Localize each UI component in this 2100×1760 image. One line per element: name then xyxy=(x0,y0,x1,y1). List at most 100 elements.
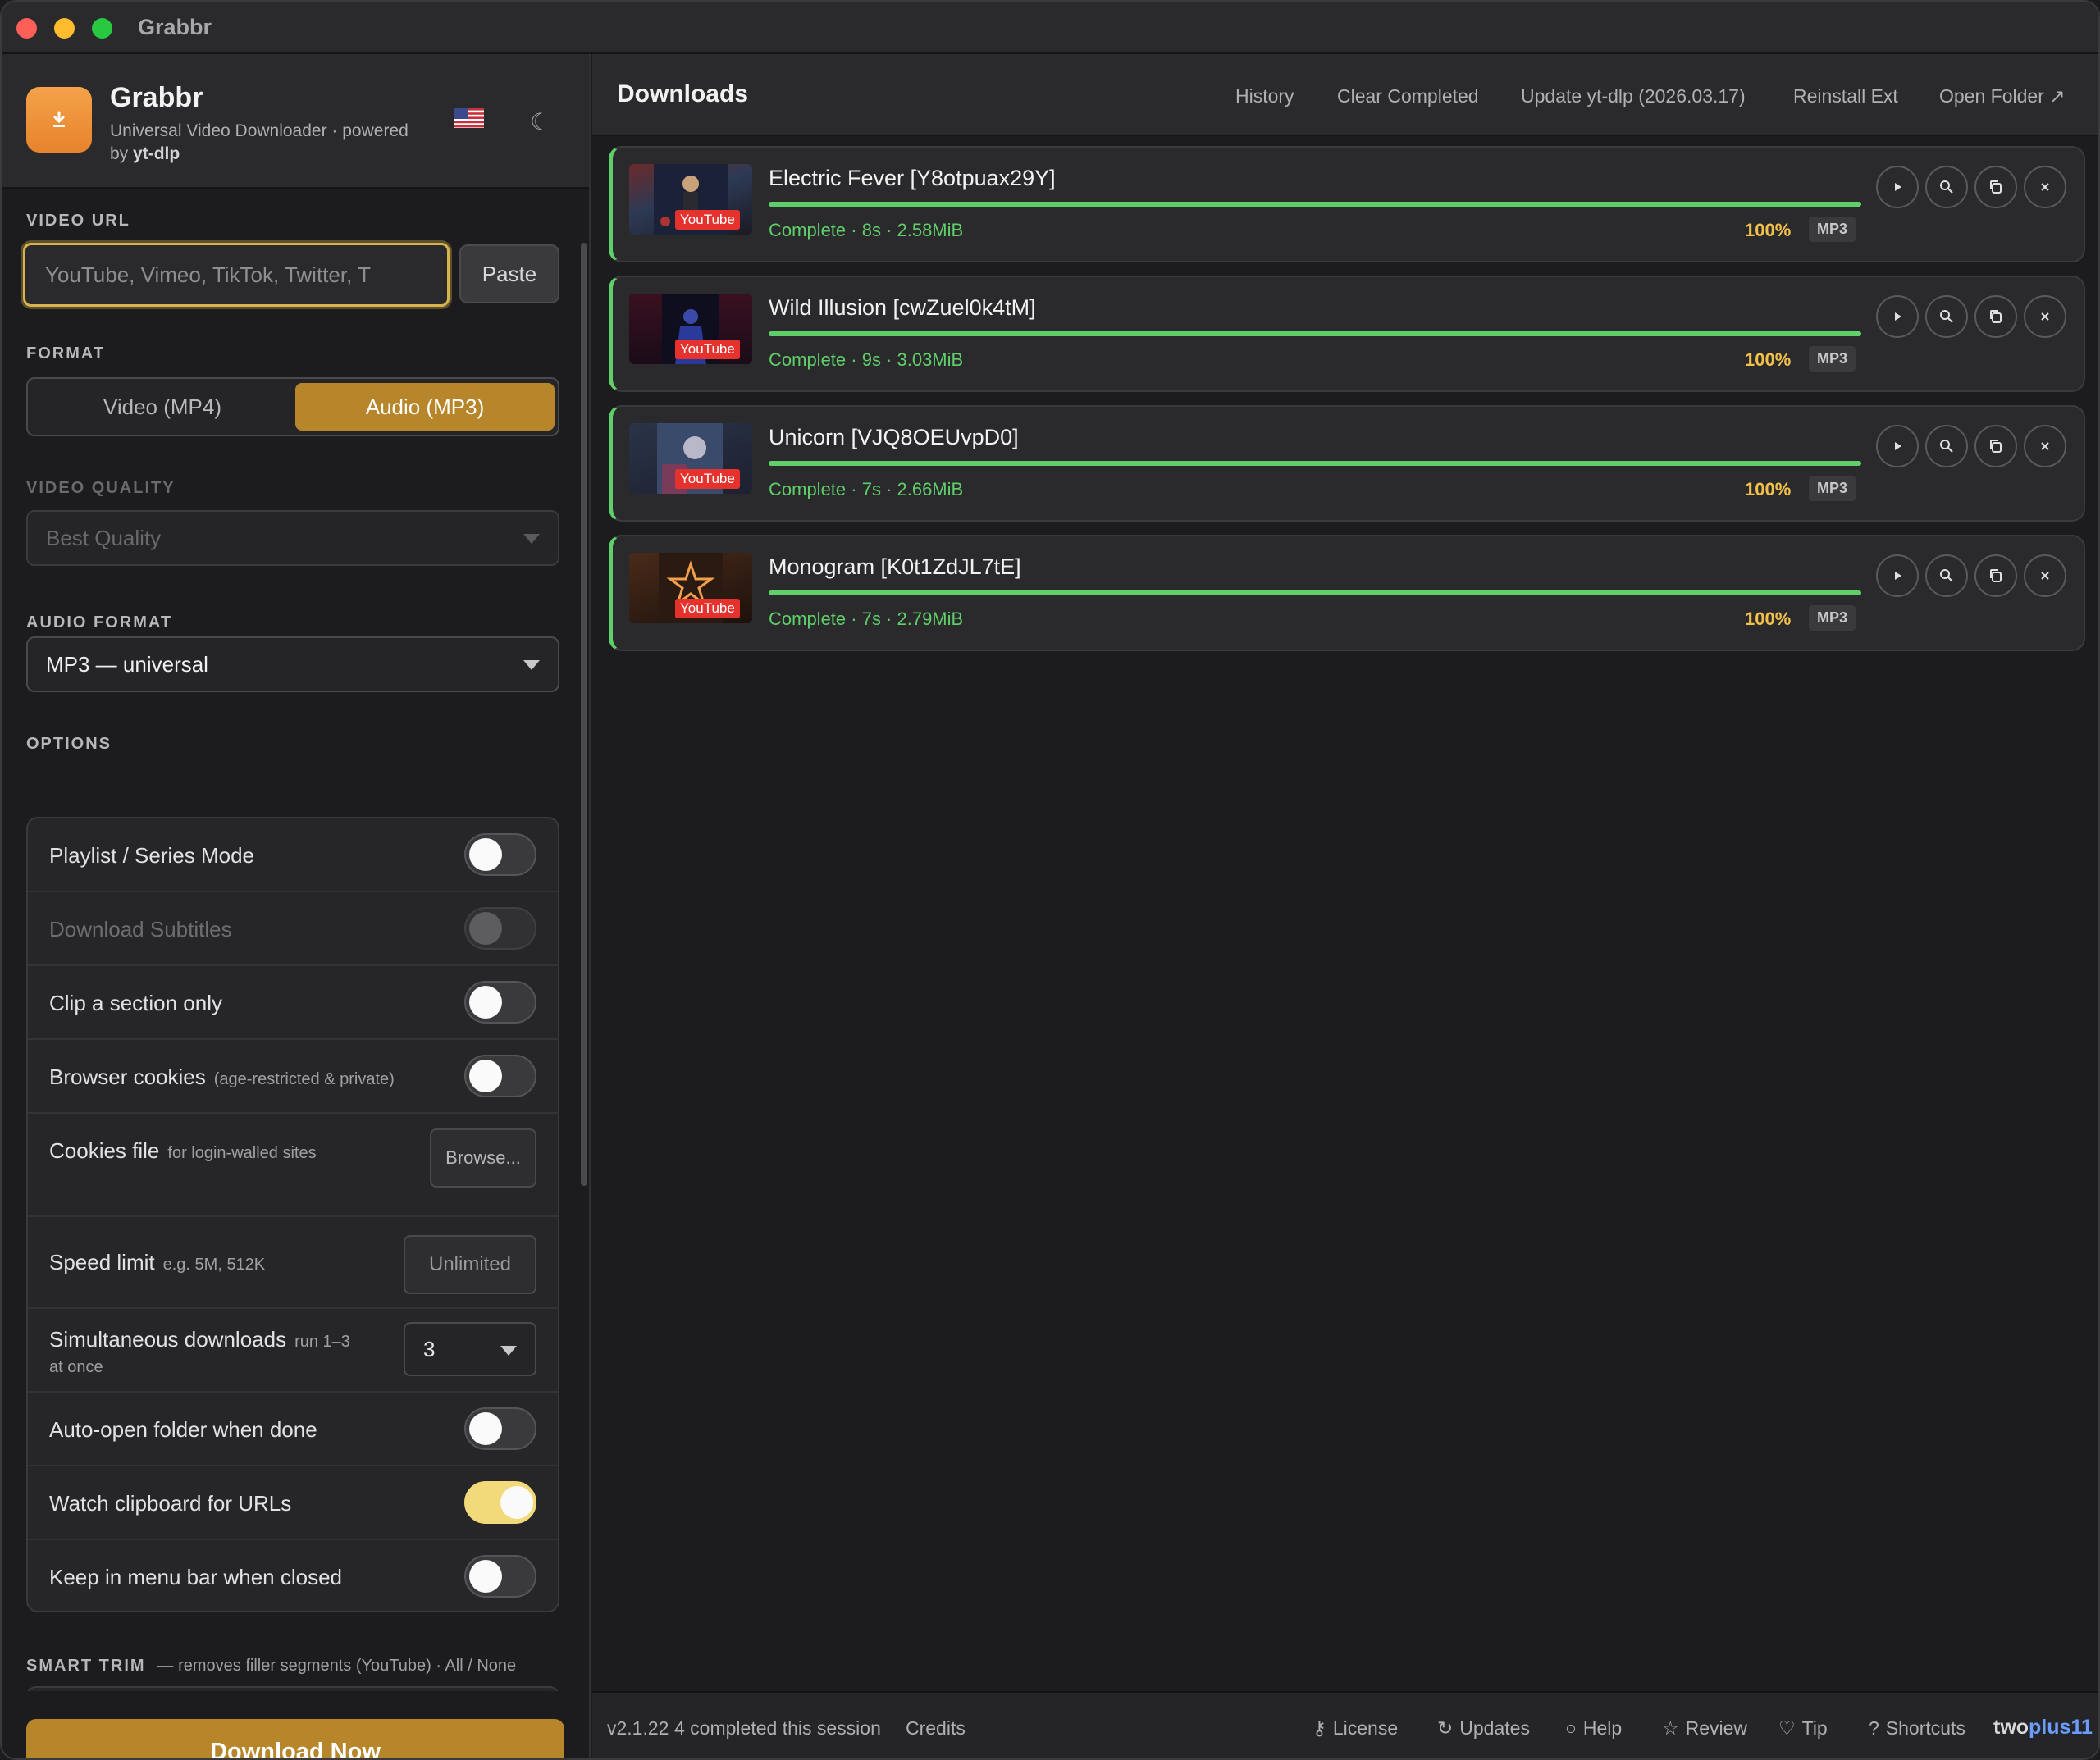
video-url-input[interactable]: YouTube, Vimeo, TikTok, Twitter, T xyxy=(23,243,450,307)
credits-link[interactable]: Credits xyxy=(906,1717,966,1739)
clear-completed-link[interactable]: Clear Completed xyxy=(1337,85,1479,107)
chat-bubble-icon: ○ xyxy=(1565,1717,1577,1739)
refresh-icon: ↻ xyxy=(1437,1717,1454,1739)
tip-link[interactable]: ♡ Tip xyxy=(1778,1717,1828,1739)
review-link[interactable]: ☆ Review xyxy=(1662,1717,1747,1739)
download-status: Complete · 9s · 3.03MiB xyxy=(769,349,964,370)
youtube-badge: YouTube xyxy=(675,599,740,618)
play-button[interactable] xyxy=(1876,554,1919,597)
close-icon xyxy=(2041,572,2049,580)
heart-icon: ♡ xyxy=(1778,1717,1796,1739)
language-flag-icon[interactable] xyxy=(454,108,484,128)
close-window-button[interactable] xyxy=(16,18,37,39)
thumbnail: YouTube xyxy=(629,294,752,364)
reveal-button[interactable] xyxy=(1925,166,1968,208)
update-ytdlp-link[interactable]: Update yt-dlp (2026.03.17) xyxy=(1521,85,1746,107)
sidebar: Grabbr Universal Video Downloader · powe… xyxy=(2,54,591,1758)
copy-icon xyxy=(1990,440,2002,453)
open-folder-link[interactable]: Open Folder ↗ xyxy=(1939,85,2066,107)
sidebar-scrollbar[interactable] xyxy=(581,243,587,1186)
audio-format-select[interactable]: MP3 — universal xyxy=(26,636,559,692)
key-icon: ⚷ xyxy=(1312,1717,1326,1739)
play-button[interactable] xyxy=(1876,166,1919,208)
format-label: FORMAT xyxy=(26,344,106,362)
page-title: Downloads xyxy=(617,80,749,107)
license-link[interactable]: ⚷ License xyxy=(1312,1717,1398,1739)
chevron-down-icon xyxy=(500,1346,517,1356)
reveal-button[interactable] xyxy=(1925,554,1968,597)
close-icon xyxy=(2041,312,2049,321)
close-icon xyxy=(2041,183,2049,191)
updates-link[interactable]: ↻ Updates xyxy=(1437,1717,1530,1739)
clip-toggle[interactable] xyxy=(464,981,536,1024)
window-title: Grabbr xyxy=(138,15,212,39)
download-now-button[interactable]: Download Now xyxy=(26,1719,564,1758)
question-icon: ? xyxy=(1869,1717,1879,1739)
download-status: Complete · 7s · 2.66MiB xyxy=(769,479,964,499)
youtube-badge: YouTube xyxy=(675,210,740,230)
reinstall-ext-link[interactable]: Reinstall Ext xyxy=(1793,85,1898,107)
youtube-badge: YouTube xyxy=(675,340,740,359)
search-icon xyxy=(1940,440,1953,453)
options-label: OPTIONS xyxy=(26,735,112,753)
copy-icon xyxy=(1990,310,2002,323)
copy-button[interactable] xyxy=(1974,295,2017,338)
download-item: YouTube Wild Illusion [cwZuel0k4tM] Comp… xyxy=(609,276,2085,392)
download-status: Complete · 8s · 2.58MiB xyxy=(769,220,964,240)
format-badge: MP3 xyxy=(1809,217,1856,242)
app-name: Grabbr xyxy=(110,82,203,113)
search-icon xyxy=(1940,569,1953,582)
format-badge: MP3 xyxy=(1809,605,1856,631)
app-logo xyxy=(26,87,92,153)
download-title: Electric Fever [Y8otpuax29Y] xyxy=(769,166,1056,190)
search-icon xyxy=(1940,180,1953,194)
zoom-window-button[interactable] xyxy=(92,18,112,39)
speed-limit-input[interactable]: Unlimited xyxy=(404,1235,536,1294)
play-button[interactable] xyxy=(1876,425,1919,467)
progress-bar xyxy=(769,202,1861,207)
option-playlist: Playlist / Series Mode xyxy=(28,818,558,892)
developer-brand[interactable]: twoplus11 xyxy=(1993,1716,2093,1739)
menu-bar-toggle[interactable] xyxy=(464,1555,536,1598)
progress-bar xyxy=(769,331,1861,336)
playlist-toggle[interactable] xyxy=(464,833,536,876)
copy-button[interactable] xyxy=(1974,425,2017,467)
thumbnail: YouTube xyxy=(629,423,752,494)
format-video-option[interactable]: Video (MP4) xyxy=(33,383,292,431)
download-status: Complete · 7s · 2.79MiB xyxy=(769,609,964,629)
history-link[interactable]: History xyxy=(1235,85,1294,107)
minimize-window-button[interactable] xyxy=(54,18,75,39)
download-title: Monogram [K0t1ZdJL7tE] xyxy=(769,554,1021,579)
format-badge: MP3 xyxy=(1809,476,1856,501)
remove-button[interactable] xyxy=(2024,554,2066,597)
option-browser-cookies: Browser cookies (age-restricted & private… xyxy=(28,1040,558,1114)
dark-mode-toggle-icon[interactable]: ☾ xyxy=(530,108,550,135)
video-quality-select[interactable]: Best Quality xyxy=(26,510,559,566)
browser-cookies-toggle[interactable] xyxy=(464,1055,536,1097)
remove-button[interactable] xyxy=(2024,425,2066,467)
play-button[interactable] xyxy=(1876,295,1919,338)
auto-open-toggle[interactable] xyxy=(464,1407,536,1450)
simultaneous-downloads-select[interactable]: 3 xyxy=(404,1322,536,1376)
browse-cookies-button[interactable]: Browse... xyxy=(430,1128,536,1188)
copy-button[interactable] xyxy=(1974,554,2017,597)
copy-button[interactable] xyxy=(1974,166,2017,208)
youtube-badge: YouTube xyxy=(675,469,740,489)
help-link[interactable]: ○ Help xyxy=(1565,1717,1622,1739)
format-selector: Video (MP4) Audio (MP3) xyxy=(26,377,559,436)
reveal-button[interactable] xyxy=(1925,425,1968,467)
remove-button[interactable] xyxy=(2024,295,2066,338)
format-audio-option[interactable]: Audio (MP3) xyxy=(295,383,555,431)
option-subtitles: Download Subtitles xyxy=(28,892,558,966)
download-item: YouTube Electric Fever [Y8otpuax29Y] Com… xyxy=(609,146,2085,262)
subtitles-toggle[interactable] xyxy=(464,907,536,950)
progress-bar xyxy=(769,461,1861,466)
watch-clipboard-toggle[interactable] xyxy=(464,1481,536,1524)
shortcuts-link[interactable]: ? Shortcuts xyxy=(1869,1717,1965,1739)
remove-button[interactable] xyxy=(2024,166,2066,208)
play-icon xyxy=(1895,183,1901,191)
reveal-button[interactable] xyxy=(1925,295,1968,338)
play-icon xyxy=(1895,442,1901,450)
download-icon xyxy=(53,111,65,127)
paste-button[interactable]: Paste xyxy=(459,244,559,303)
